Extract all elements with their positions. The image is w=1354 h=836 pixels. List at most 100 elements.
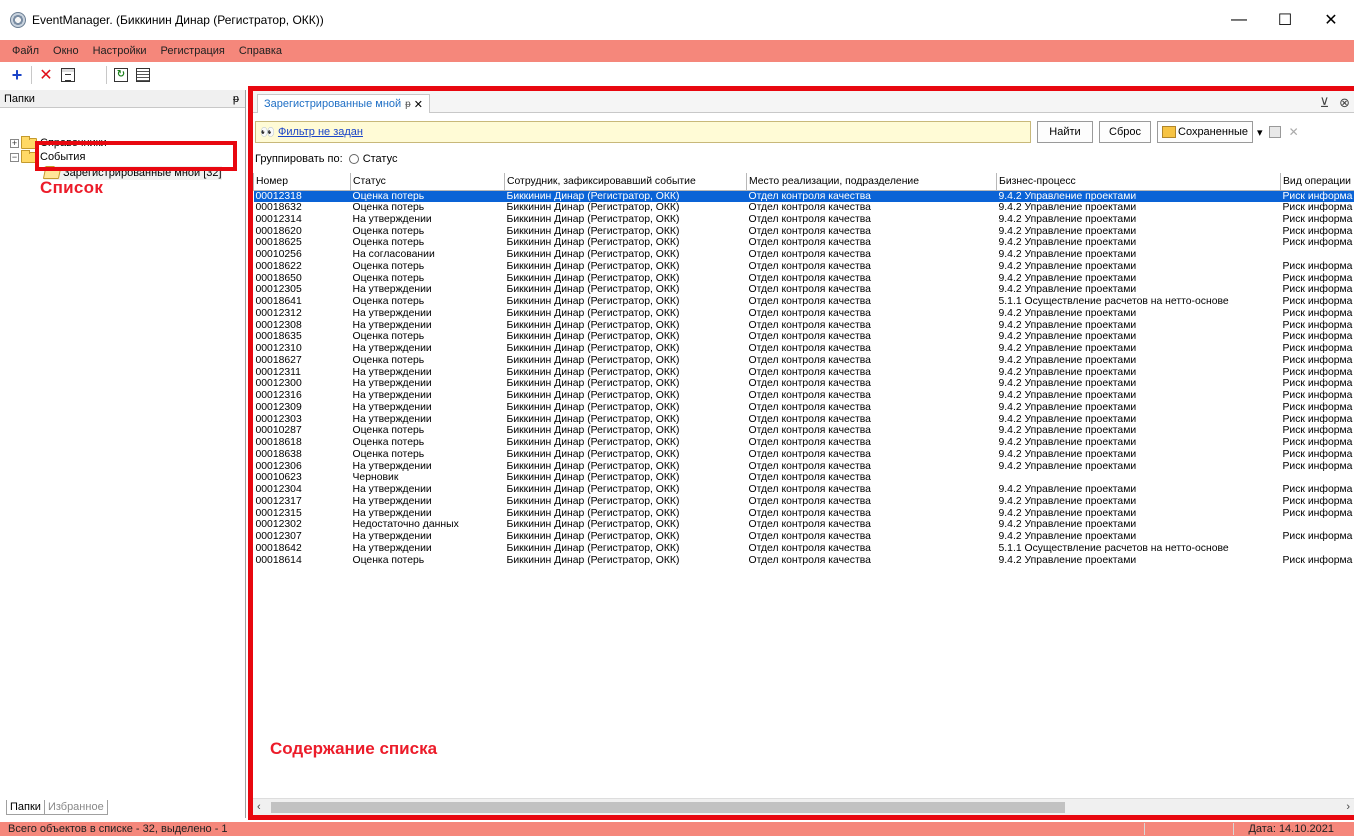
table-row[interactable]: 00010287 Оценка потерь Биккинин Динар (Рег…	[254, 425, 1354, 437]
filter-field[interactable]: 👀 Фильтр не задан	[255, 121, 1031, 143]
filter-link[interactable]: Фильтр не задан	[278, 126, 363, 138]
toolbar-divider	[31, 66, 32, 84]
group-by-radio[interactable]	[348, 154, 359, 164]
table-row[interactable]: 00010256 На согласовании Биккинин Динар (Р…	[254, 249, 1354, 261]
menu-registration[interactable]: Регистрация	[159, 45, 227, 57]
table-row[interactable]: 00018642 На утверждении Биккинин Динар (Ре…	[254, 543, 1354, 555]
reset-button[interactable]: Сброс	[1099, 121, 1151, 143]
table-cell: Отдел контроля качества	[748, 390, 871, 402]
close-circle-icon[interactable]: ⊗	[1339, 95, 1350, 111]
table-cell: На утверждении	[352, 378, 432, 390]
tab-registered-by-me[interactable]: Зарегистрированные мной ᵽ ✕	[257, 94, 430, 113]
delete-button[interactable]: ✕	[35, 64, 57, 86]
close-tab-icon[interactable]: ✕	[414, 98, 423, 111]
table-cell: 9.4.2 Управление проектами	[998, 343, 1137, 355]
menu-file[interactable]: Файл	[10, 45, 41, 57]
filter-icon[interactable]: ⊻	[1320, 95, 1330, 111]
table-cell: Отдел контроля качества	[748, 284, 871, 296]
menu-settings[interactable]: Настройки	[91, 45, 149, 57]
column-header[interactable]: Бизнес-процесс	[996, 173, 1281, 191]
find-button[interactable]: Найти	[1037, 121, 1093, 143]
table-row[interactable]: 00012304 На утверждении Биккинин Динар (Ре…	[254, 484, 1354, 496]
table-row[interactable]: 00012308 На утверждении Биккинин Динар (Ре…	[254, 319, 1354, 331]
table-cell: Оценка потерь	[352, 331, 425, 343]
chevron-down-icon[interactable]: ▾	[1257, 126, 1263, 139]
table-row[interactable]: 00018638 Оценка потерь Биккинин Динар (Рег…	[254, 449, 1354, 461]
table-row[interactable]: 00018635 Оценка потерь Биккинин Динар (Рег…	[254, 331, 1354, 343]
table-row[interactable]: 00018620 Оценка потерь Биккинин Динар (Рег…	[254, 225, 1354, 237]
minimize-button[interactable]: —	[1216, 0, 1262, 40]
saved-filters-button[interactable]: Сохраненные	[1157, 121, 1254, 143]
table-row[interactable]: 00018641 Оценка потерь Биккинин Динар (Рег…	[254, 296, 1354, 308]
copy-filter-icon[interactable]	[1268, 126, 1281, 138]
scroll-right-icon[interactable]: ›	[1346, 801, 1350, 813]
table-row[interactable]: 00018625 Оценка потерь Биккинин Динар (Рег…	[254, 237, 1354, 249]
pin-icon[interactable]: ᵽ	[405, 99, 411, 110]
table-cell: 00010287	[255, 425, 302, 437]
menu-bar: Файл Окно Настройки Регистрация Справка	[0, 40, 1354, 62]
table-row[interactable]: 00018627 Оценка потерь Биккинин Динар (Рег…	[254, 355, 1354, 367]
table-cell: 00010623	[255, 472, 302, 484]
table-row[interactable]: 00012315 На утверждении Биккинин Динар (Ре…	[254, 507, 1354, 519]
table-cell: Отдел контроля качества	[748, 425, 871, 437]
close-button[interactable]: ✕	[1308, 0, 1354, 40]
export-button[interactable]	[132, 64, 154, 86]
table-row[interactable]: 00012309 На утверждении Биккинин Динар (Ре…	[254, 402, 1354, 414]
table-cell: Биккинин Динар (Регистратор, ОКК)	[506, 460, 680, 472]
menu-help[interactable]: Справка	[237, 45, 284, 57]
table-cell: Риск информа	[1282, 319, 1353, 331]
table-row[interactable]: 00012307 На утверждении Биккинин Динар (Ре…	[254, 531, 1354, 543]
table-cell: Оценка потерь	[350, 190, 505, 202]
table-cell: Оценка потерь	[352, 354, 425, 366]
table-row[interactable]: 00012306 На утверждении Биккинин Динар (Ре…	[254, 460, 1354, 472]
table-cell: Оценка потерь	[352, 237, 425, 249]
table-row[interactable]: 00012302 Недостаточно данных Биккинин Дина…	[254, 519, 1354, 531]
clear-filter-icon[interactable]: ✕	[1289, 125, 1299, 139]
table-cell: 00012312	[255, 307, 302, 319]
table-row[interactable]: 00018622 Оценка потерь Биккинин Динар (Рег…	[254, 261, 1354, 273]
properties-button[interactable]	[57, 64, 79, 86]
group-by-option[interactable]: Статус	[363, 153, 398, 165]
table-row[interactable]: 00012310 На утверждении Биккинин Динар (Ре…	[254, 343, 1354, 355]
table-row[interactable]: 00012314 На утверждении Биккинин Динар (Ре…	[254, 214, 1354, 226]
table-row[interactable]: 00012305 На утверждении Биккинин Динар (Ре…	[254, 284, 1354, 296]
table-cell: На утверждении	[352, 413, 432, 425]
column-header[interactable]: Статус	[350, 173, 505, 191]
table-cell: 9.4.2 Управление проектами	[998, 401, 1137, 413]
table-row[interactable]: 00012318 Оценка потерь Биккинин Динар (Рег…	[253, 190, 1354, 202]
table-row[interactable]: 00012311 На утверждении Биккинин Динар (Ре…	[254, 366, 1354, 378]
maximize-button[interactable]: ☐	[1262, 0, 1308, 40]
table-row[interactable]: 00018650 Оценка потерь Биккинин Динар (Рег…	[254, 272, 1354, 284]
scroll-thumb[interactable]	[271, 802, 1065, 813]
table-cell: Биккинин Динар (Регистратор, ОКК)	[504, 190, 747, 202]
menu-window[interactable]: Окно	[51, 45, 81, 57]
expand-icon[interactable]: +	[10, 138, 19, 148]
collapse-icon[interactable]: −	[10, 152, 19, 162]
column-header[interactable]: Вид операции	[1280, 173, 1354, 191]
table-cell: 00018641	[255, 296, 302, 308]
refresh-button[interactable]: ↻	[110, 64, 132, 86]
table-row[interactable]: 00012316 На утверждении Биккинин Динар (Ре…	[254, 390, 1354, 402]
scroll-left-icon[interactable]: ‹	[257, 801, 261, 813]
table-row[interactable]: 00012300 На утверждении Биккинин Динар (Ре…	[254, 378, 1354, 390]
column-header[interactable]: Сотрудник, зафиксировавший событие	[504, 173, 747, 191]
table-cell: Риск информа	[1282, 401, 1353, 413]
table-cell: Биккинин Динар (Регистратор, ОКК)	[506, 390, 680, 402]
tab-favorites[interactable]: Избранное	[44, 799, 108, 815]
column-header[interactable]: Номер	[253, 173, 351, 191]
table-row[interactable]: 00012303 На утверждении Биккинин Динар (Ре…	[254, 413, 1354, 425]
table-cell: Отдел контроля качества	[748, 366, 871, 378]
table-row[interactable]: 00010623 Черновик Биккинин Динар (Регистра…	[254, 472, 1354, 484]
add-button[interactable]: +	[6, 64, 28, 86]
table-row[interactable]: 00018632 Оценка потерь Биккинин Динар (Рег…	[254, 202, 1354, 214]
table-cell: Риск информа	[1282, 225, 1353, 237]
tab-folders[interactable]: Папки	[6, 799, 45, 815]
table-row[interactable]: 00012312 На утверждении Биккинин Динар (Ре…	[254, 308, 1354, 320]
horizontal-scrollbar[interactable]: ‹ ›	[253, 798, 1354, 815]
table-row[interactable]: 00018618 Оценка потерь Биккинин Динар (Рег…	[254, 437, 1354, 449]
table-cell: Риск информа	[1282, 354, 1353, 366]
column-header[interactable]: Место реализации, подразделение	[746, 173, 997, 191]
table-row[interactable]: 00018614 Оценка потерь Биккинин Динар (Рег…	[254, 554, 1354, 566]
table-row[interactable]: 00012317 На утверждении Биккинин Динар (Ре…	[254, 496, 1354, 508]
pin-icon[interactable]: ᵽ	[233, 93, 239, 105]
